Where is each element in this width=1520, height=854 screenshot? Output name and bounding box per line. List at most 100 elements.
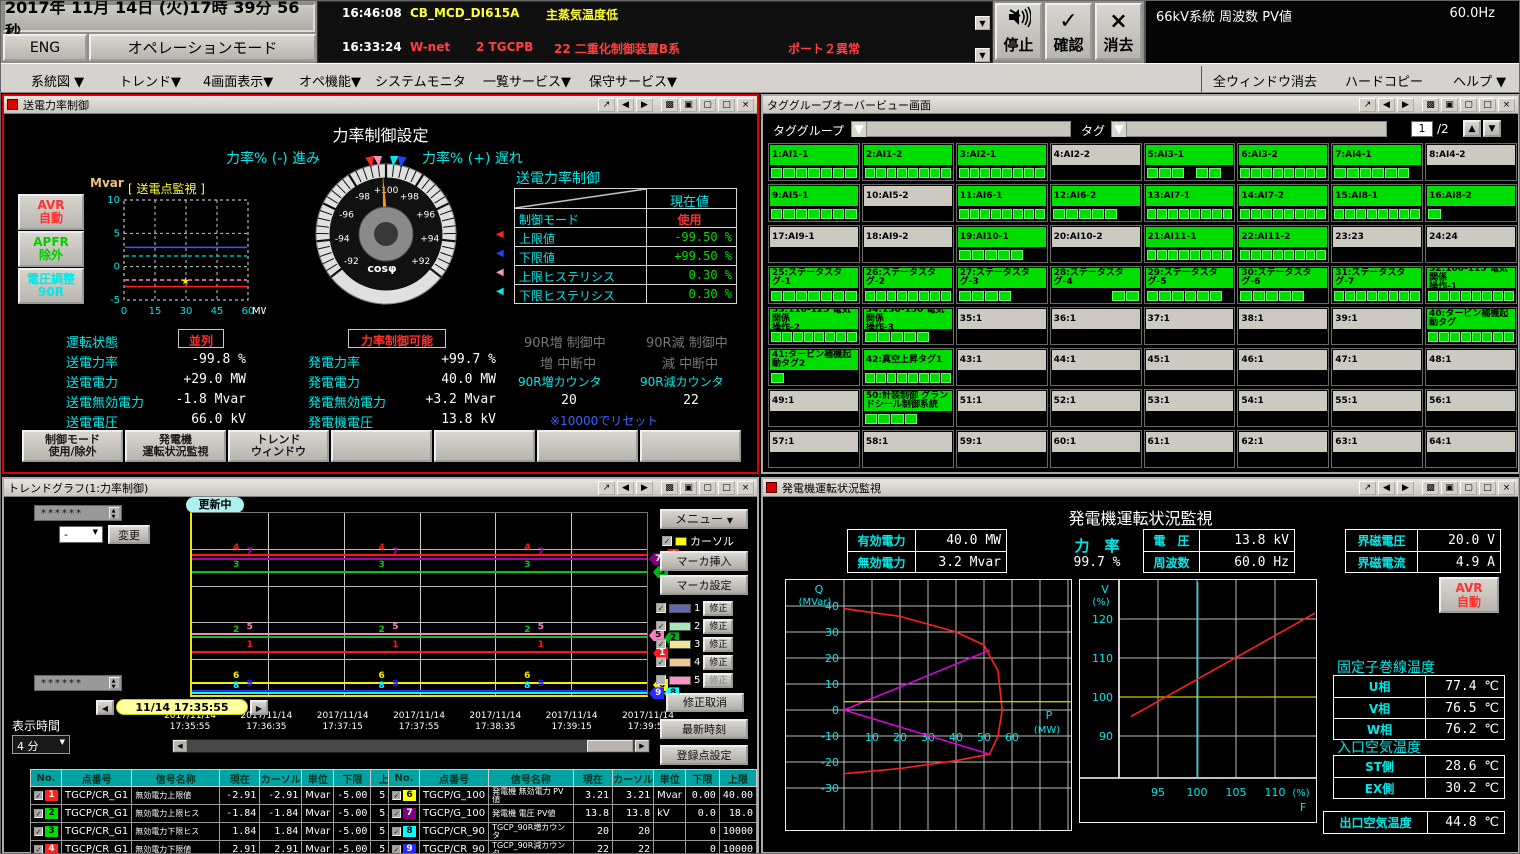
trend-spinner-bottom[interactable]: ******▲▼ xyxy=(34,675,122,691)
row-checkbox[interactable]: ✓ xyxy=(392,845,401,854)
tag-cell-36[interactable]: 36:1 xyxy=(1050,307,1142,345)
tag-cell-21[interactable]: 21:AI11-1 xyxy=(1144,225,1236,263)
menu-right-item-0[interactable]: 全ウィンドウ消去 xyxy=(1213,71,1317,90)
window-button-6[interactable]: □ xyxy=(1479,98,1496,112)
tag-cell-24[interactable]: 24:24 xyxy=(1425,225,1517,263)
tag-cell-38[interactable]: 38:1 xyxy=(1237,307,1329,345)
scroll-left-arrow[interactable]: ◀ xyxy=(173,740,187,752)
pf-title-bar[interactable]: 送電力率制御 ↗◀▶▩▣▢□× xyxy=(4,96,757,114)
pen-fix-button[interactable]: 修正 xyxy=(703,655,733,670)
table-row[interactable]: ✓7TGCP/G_100発電機 電圧 PV値13.813.8kV0.018.0 xyxy=(389,805,757,823)
window-button-7[interactable]: × xyxy=(737,481,754,495)
window-button-0[interactable]: ↗ xyxy=(1359,98,1376,112)
pf-bottom-button-1[interactable]: 発電機 運転状況監視 xyxy=(125,430,226,462)
table-row[interactable]: ✓9TGCP/CR_90TGCP_90R減カウンタ2222010000 xyxy=(389,841,757,854)
tag-cell-37[interactable]: 37:1 xyxy=(1144,307,1236,345)
pf-bottom-button-3[interactable] xyxy=(331,430,432,462)
tag-cell-16[interactable]: 16:AI8-2 xyxy=(1425,184,1517,222)
window-button-7[interactable]: × xyxy=(737,98,754,112)
window-button-1[interactable]: ◀ xyxy=(1378,481,1395,495)
tag-cell-32[interactable]: 32:100-115 電気関係 操作-1 xyxy=(1425,266,1517,304)
pen-checkbox[interactable] xyxy=(656,675,666,685)
tag-cell-23[interactable]: 23:23 xyxy=(1331,225,1423,263)
window-button-2[interactable]: ▶ xyxy=(636,98,653,112)
page-up-button[interactable]: ▲ xyxy=(1463,120,1481,137)
marker-set-button[interactable]: マーカ設定 xyxy=(660,575,748,595)
tag-cell-30[interactable]: 30:ステータスタグ-6 xyxy=(1237,266,1329,304)
window-button-5[interactable]: ▢ xyxy=(699,98,716,112)
tag-cell-48[interactable]: 48:1 xyxy=(1425,348,1517,386)
alarm-list[interactable]: 16:46:08 CB_MCD_DI615A 主蒸気温度低 16:33:24 W… xyxy=(317,1,993,63)
page-down-button[interactable]: ▼ xyxy=(1483,120,1501,137)
tag-cell-15[interactable]: 15:AI8-1 xyxy=(1331,184,1423,222)
window-button-5[interactable]: ▢ xyxy=(1460,98,1477,112)
pen-checkbox[interactable]: ✓ xyxy=(656,657,666,667)
tag-cell-40[interactable]: 40:タービン補機起動タグ xyxy=(1425,307,1517,345)
cursor-checkbox[interactable]: ✓ xyxy=(662,536,672,546)
table-row[interactable]: ✓1TGCP/CR_G1無効電力上限値-2.91-2.91Mvar-5.005.… xyxy=(31,787,407,805)
window-button-4[interactable]: ▣ xyxy=(1441,98,1458,112)
window-button-4[interactable]: ▣ xyxy=(1441,481,1458,495)
tag-cell-13[interactable]: 13:AI7-1 xyxy=(1144,184,1236,222)
display-time-select[interactable]: 4 分▼ xyxy=(12,735,70,754)
row-checkbox[interactable]: ✓ xyxy=(34,845,43,854)
trend-scrollbar[interactable]: ◀ ▶ xyxy=(172,739,650,753)
window-button-1[interactable]: ◀ xyxy=(617,98,634,112)
window-button-0[interactable]: ↗ xyxy=(1359,481,1376,495)
pen-fix-button[interactable]: 修正 xyxy=(703,637,733,652)
trend-spinner-top[interactable]: ******▲▼ xyxy=(34,505,122,521)
window-button-4[interactable]: ▣ xyxy=(680,481,697,495)
spinner-arrows-icon[interactable]: ▲▼ xyxy=(109,507,120,519)
table-row[interactable]: ✓8TGCP/CR_90TGCP_90R増カウンタ2020010000 xyxy=(389,823,757,841)
fix-cancel-button[interactable]: 修正取消 xyxy=(666,693,744,712)
scroll-thumb[interactable] xyxy=(587,740,633,752)
row-checkbox[interactable]: ✓ xyxy=(34,791,43,800)
tag-cell-52[interactable]: 52:1 xyxy=(1050,389,1142,427)
tag-cell-54[interactable]: 54:1 xyxy=(1237,389,1329,427)
alarm-ack-button[interactable]: ✓ 確認 xyxy=(1045,3,1092,60)
menu-item-3[interactable]: オペ機能▼ xyxy=(299,71,361,90)
row-checkbox[interactable]: ✓ xyxy=(392,791,401,800)
table-row[interactable]: ✓4TGCP/CR_G1無効電力下限値2.912.91Mvar-5.005.00 xyxy=(31,841,407,854)
tag-dropdown[interactable]: ▼ xyxy=(1111,121,1387,137)
menu-item-1[interactable]: トレンド▼ xyxy=(119,71,181,90)
tag-cell-4[interactable]: 4:AI2-2 xyxy=(1050,143,1142,181)
row-checkbox[interactable]: ✓ xyxy=(34,827,43,836)
marker-insert-button[interactable]: マーカ挿入 xyxy=(660,551,748,571)
eng-button[interactable]: ENG xyxy=(3,34,87,61)
tag-cell-51[interactable]: 51:1 xyxy=(956,389,1048,427)
tag-cell-56[interactable]: 56:1 xyxy=(1425,389,1517,427)
alarm-erase-button[interactable]: × 消去 xyxy=(1095,3,1142,60)
tag-cell-63[interactable]: 63:1 xyxy=(1331,430,1423,468)
tag-cell-44[interactable]: 44:1 xyxy=(1050,348,1142,386)
window-button-7[interactable]: × xyxy=(1498,481,1515,495)
register-point-button[interactable]: 登録点設定 xyxy=(660,745,748,765)
tag-cell-3[interactable]: 3:AI2-1 xyxy=(956,143,1048,181)
tag-cell-47[interactable]: 47:1 xyxy=(1331,348,1423,386)
tag-cell-64[interactable]: 64:1 xyxy=(1425,430,1517,468)
pf-side-button-1[interactable]: APFR 除外 xyxy=(18,231,84,267)
window-button-6[interactable]: □ xyxy=(718,98,735,112)
tag-cell-42[interactable]: 42:真空上昇タグ1 xyxy=(862,348,954,386)
spinner-arrows-icon[interactable]: ▲▼ xyxy=(109,677,120,689)
tag-group-dropdown[interactable]: ▼ xyxy=(851,121,1071,137)
tag-cell-62[interactable]: 62:1 xyxy=(1237,430,1329,468)
window-button-5[interactable]: ▢ xyxy=(699,481,716,495)
cursor-time-tag[interactable]: 11/14 17:35:55 xyxy=(116,699,248,715)
tag-cell-8[interactable]: 8:AI4-2 xyxy=(1425,143,1517,181)
tag-cell-6[interactable]: 6:AI3-2 xyxy=(1237,143,1329,181)
window-button-3[interactable]: ▩ xyxy=(661,481,678,495)
avr-auto-button[interactable]: AVR 自動 xyxy=(1439,577,1499,613)
row-checkbox[interactable]: ✓ xyxy=(392,827,401,836)
tag-cell-49[interactable]: 49:1 xyxy=(768,389,860,427)
window-button-2[interactable]: ▶ xyxy=(1397,98,1414,112)
window-button-1[interactable]: ◀ xyxy=(1378,98,1395,112)
pen-checkbox[interactable]: ✓ xyxy=(656,603,666,613)
window-button-0[interactable]: ↗ xyxy=(598,481,615,495)
page-number-box[interactable]: 1 xyxy=(1411,121,1433,137)
tag-cell-9[interactable]: 9:AI5-1 xyxy=(768,184,860,222)
pen-fix-button[interactable]: 修正 xyxy=(703,601,733,616)
window-button-5[interactable]: ▢ xyxy=(1460,481,1477,495)
tag-cell-26[interactable]: 26:ステータスタグ-2 xyxy=(862,266,954,304)
tag-cell-39[interactable]: 39:1 xyxy=(1331,307,1423,345)
